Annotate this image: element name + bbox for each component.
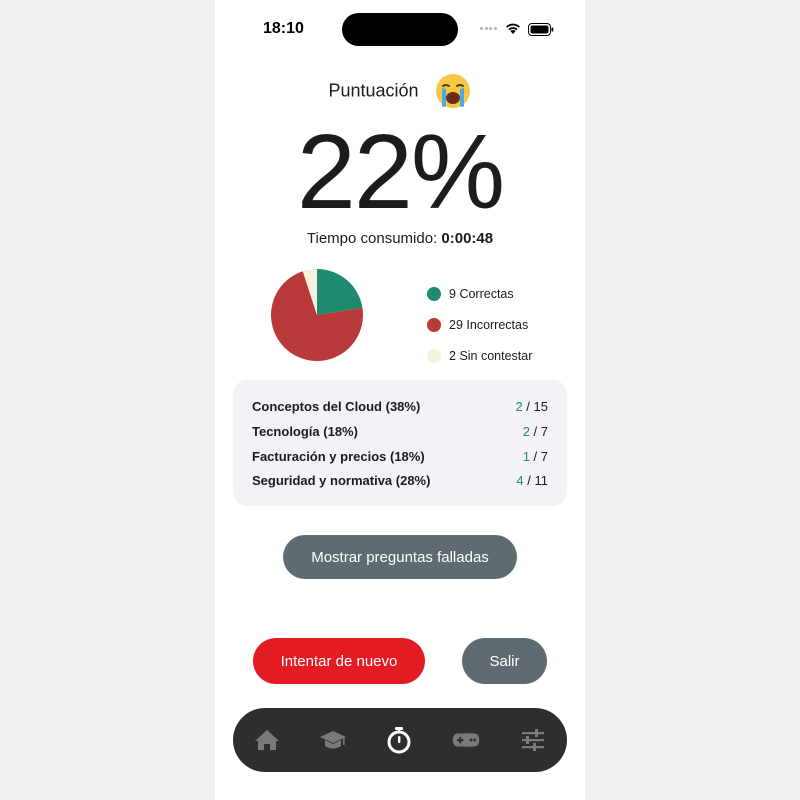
- category-correct: 1: [522, 448, 530, 464]
- pie-slice-correctas: [317, 269, 363, 315]
- legend-count: 29: [449, 317, 463, 332]
- results-pie-chart: [271, 269, 363, 361]
- category-total: 7: [540, 448, 548, 464]
- bottom-tab-bar: [233, 708, 567, 772]
- time-label: Tiempo consumido:: [306, 230, 438, 247]
- category-breakdown-card: Conceptos del Cloud (38%) 2 / 15 Tecnolo…: [233, 380, 567, 506]
- legend-item-unanswered: 2 Sin contestar: [427, 340, 532, 371]
- tab-settings[interactable]: [519, 726, 547, 754]
- category-total: 11: [534, 472, 549, 488]
- home-icon: [255, 730, 279, 750]
- score-percentage: 22%: [296, 113, 505, 231]
- category-row: Seguridad y normativa (28%) 4 / 11: [252, 470, 548, 490]
- tab-games[interactable]: [452, 726, 480, 754]
- gamepad-icon: [452, 733, 480, 747]
- crying-face-icon: [435, 74, 470, 108]
- dynamic-island: [342, 13, 458, 46]
- legend-label: Sin contestar: [459, 348, 533, 363]
- time-value: 0:00:48: [441, 230, 494, 247]
- category-name: Seguridad y normativa (28%): [252, 472, 431, 488]
- retry-button[interactable]: Intentar de nuevo: [253, 638, 425, 684]
- category-score: 1 / 7: [522, 448, 548, 464]
- score-header: Puntuación: [215, 72, 585, 110]
- category-row: Conceptos del Cloud (38%) 2 / 15: [252, 396, 548, 416]
- category-score: 4 / 11: [516, 472, 549, 488]
- chart-legend: 9 Correctas 29 Incorrectas 2 Sin contest…: [427, 278, 532, 371]
- category-name: Facturación y precios (18%): [252, 448, 425, 464]
- category-row: Tecnología (18%) 2 / 7: [252, 421, 548, 441]
- category-name: Conceptos del Cloud (38%): [252, 398, 421, 414]
- status-time: 18:10: [263, 20, 304, 37]
- category-name: Tecnología (18%): [252, 423, 358, 439]
- legend-count: 9: [449, 286, 456, 301]
- sliders-icon: [522, 729, 544, 751]
- legend-count: 2: [449, 348, 456, 363]
- stopwatch-icon: [387, 727, 411, 754]
- legend-dot-unanswered: [427, 348, 441, 363]
- cellular-icon: [480, 27, 498, 31]
- category-correct: 4: [516, 472, 524, 488]
- exit-button[interactable]: Salir: [462, 638, 547, 684]
- legend-dot-incorrect: [427, 317, 441, 332]
- category-correct: 2: [515, 398, 523, 414]
- time-consumed: Tiempo consumido: 0:00:48: [215, 230, 585, 247]
- phone-screen: 18:10 Puntuación 22% Tiempo consumido: 0…: [215, 0, 585, 800]
- show-failed-questions-button[interactable]: Mostrar preguntas falladas: [283, 535, 517, 579]
- tab-home[interactable]: [253, 726, 281, 754]
- tab-exam[interactable]: [385, 726, 413, 754]
- battery-icon: [528, 23, 554, 36]
- legend-item-correct: 9 Correctas: [427, 278, 532, 309]
- category-row: Facturación y precios (18%) 1 / 7: [252, 446, 548, 466]
- legend-dot-correct: [427, 286, 441, 301]
- legend-label: Correctas: [459, 286, 514, 301]
- legend-label: Incorrectas: [466, 317, 529, 332]
- graduation-cap-icon: [320, 731, 346, 749]
- tab-learn[interactable]: [319, 726, 347, 754]
- category-correct: 2: [522, 423, 530, 439]
- wifi-icon: [506, 23, 520, 34]
- category-score: 2 / 15: [515, 398, 548, 414]
- category-total: 7: [540, 423, 548, 439]
- category-total: 15: [533, 398, 548, 414]
- score-label: Puntuación: [328, 80, 419, 101]
- legend-item-incorrect: 29 Incorrectas: [427, 309, 532, 340]
- category-score: 2 / 7: [522, 423, 548, 439]
